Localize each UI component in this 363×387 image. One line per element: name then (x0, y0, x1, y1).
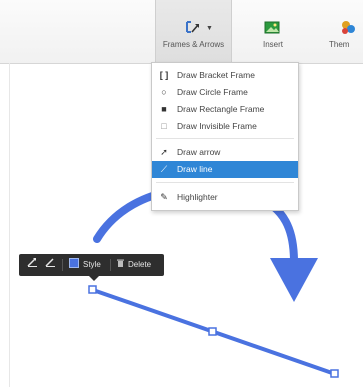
menu-item-draw-circle-frame[interactable]: ○ Draw Circle Frame (152, 84, 298, 101)
delete-button[interactable]: Delete (117, 254, 151, 276)
menu-item-label: Draw line (177, 164, 213, 174)
menu-item-label: Draw Rectangle Frame (177, 104, 265, 114)
menu-item-draw-bracket-frame[interactable]: [ ] Draw Bracket Frame (152, 67, 298, 84)
menu-item-label: Draw Invisible Frame (177, 121, 257, 131)
highlighter-icon: ✎ (160, 192, 168, 202)
circle-frame-icon: ○ (161, 87, 167, 97)
menu-item-highlighter[interactable]: ✎ Highlighter (152, 189, 298, 206)
curved-arrow-head[interactable] (270, 258, 318, 302)
shape-context-toolbar: Style Delete (19, 254, 164, 281)
style-button[interactable]: Style (69, 254, 101, 276)
menu-item-draw-arrow[interactable]: ➚ Draw arrow (152, 144, 298, 161)
style-color-swatch-icon (69, 258, 79, 268)
arrow-icon: ➚ (160, 147, 168, 157)
style-label: Style (83, 260, 101, 269)
invisible-frame-icon: □ (161, 121, 167, 131)
bracket-frame-icon: [ ] (159, 70, 169, 80)
delete-label: Delete (128, 260, 152, 269)
rectangle-frame-icon: ■ (161, 104, 167, 114)
toolbar-divider (110, 259, 111, 271)
toolbar-divider (62, 259, 63, 271)
line-weight-icon[interactable] (45, 254, 56, 276)
menu-separator (156, 138, 294, 139)
menu-item-label: Draw Bracket Frame (177, 70, 255, 80)
menu-item-label: Draw arrow (177, 147, 221, 157)
line-handle-end[interactable] (330, 369, 339, 378)
menu-item-label: Draw Circle Frame (177, 87, 248, 97)
menu-separator (156, 182, 294, 183)
menu-item-draw-invisible-frame[interactable]: □ Draw Invisible Frame (152, 118, 298, 135)
menu-item-label: Highlighter (177, 192, 218, 202)
line-handle-start[interactable] (88, 285, 97, 294)
line-handle-mid[interactable] (208, 327, 217, 336)
menu-item-draw-rectangle-frame[interactable]: ■ Draw Rectangle Frame (152, 101, 298, 118)
line-icon: ⟋ (160, 164, 168, 174)
line-style-icon[interactable] (27, 254, 38, 276)
trash-icon (117, 254, 124, 276)
app-stage: ▼ Frames & Arrows Insert Them Style Dele… (0, 0, 363, 387)
frames-arrows-dropdown-menu: [ ] Draw Bracket Frame ○ Draw Circle Fra… (151, 62, 299, 211)
menu-item-draw-line[interactable]: ⟋ Draw line (152, 161, 298, 178)
